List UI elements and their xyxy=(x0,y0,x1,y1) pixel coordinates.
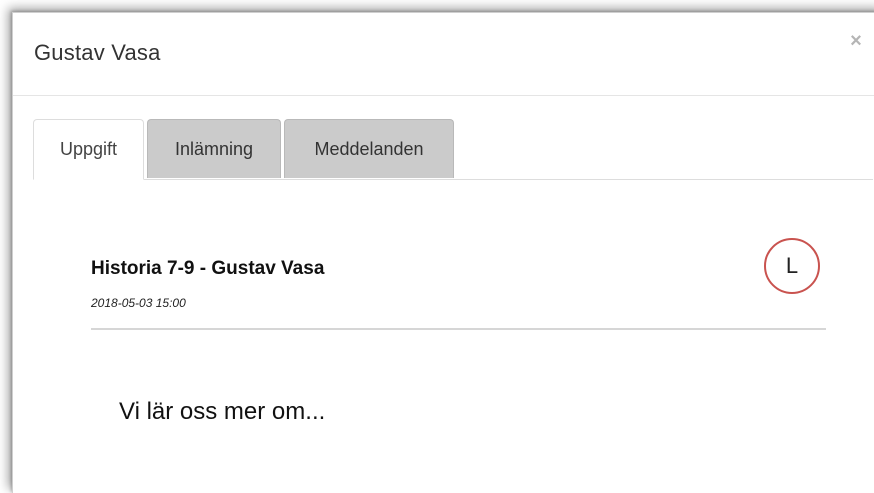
assignment-title: Historia 7-9 - Gustav Vasa xyxy=(91,258,325,279)
tab-label: Inlämning xyxy=(174,138,254,159)
modal-title: Gustav Vasa xyxy=(34,40,161,65)
tab-label: Meddelanden xyxy=(314,138,424,159)
tab-inlamning[interactable]: Inlämning xyxy=(147,119,281,178)
avatar: L xyxy=(764,238,820,294)
tab-label: Uppgift xyxy=(59,139,118,159)
tab-uppgift[interactable]: Uppgift xyxy=(33,119,144,180)
tab-meddelanden[interactable]: Meddelanden xyxy=(284,119,454,178)
close-icon[interactable]: × xyxy=(845,30,867,52)
divider xyxy=(91,328,826,330)
assignment-description: Vi lär oss mer om... xyxy=(119,398,326,425)
modal-header: Gustav Vasa × xyxy=(13,13,874,96)
tab-bar: Uppgift Inlämning Meddelanden xyxy=(33,119,873,180)
assignment-modal: Gustav Vasa × Uppgift Inlämning Meddelan… xyxy=(12,12,874,493)
assignment-date: 2018-05-03 15:00 xyxy=(91,296,186,310)
